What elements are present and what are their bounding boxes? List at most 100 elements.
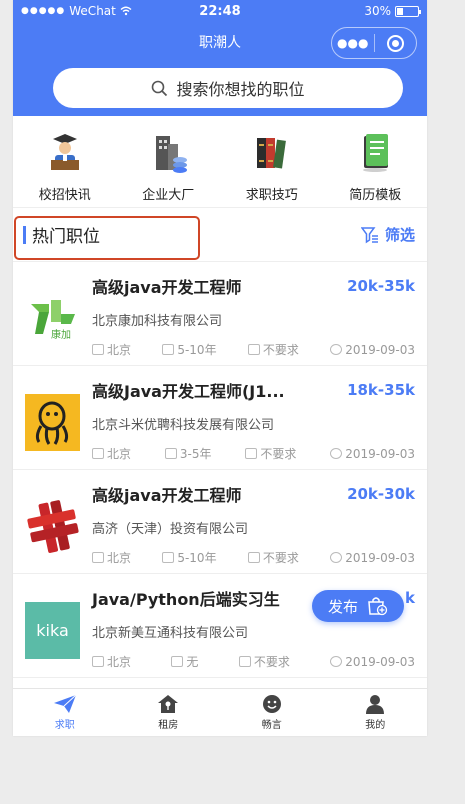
header: ●●●●● WeChat 22:48 30% 职潮人 ●●● 搜索你想找的职位 (13, 0, 427, 116)
company-logo-kika: kika (25, 602, 80, 659)
mini-program-capsule: ●●● (331, 27, 417, 59)
job-info: 高级java开发工程师 20k-35k 北京康加科技有限公司 北京 5-10年 … (92, 274, 415, 365)
job-date-text: 2019-09-03 (345, 446, 415, 461)
clock-icon (330, 552, 343, 563)
job-card[interactable]: 高级Java开发工程师(J1... 18k-35k 北京斗米优聘科技发展有限公司… (13, 366, 427, 470)
books-icon (250, 130, 294, 174)
tab-chat[interactable]: 畅言 (220, 689, 324, 736)
close-button[interactable] (375, 34, 417, 52)
category-job-tips[interactable]: 求职技巧 (227, 130, 317, 207)
job-education-text: 不要求 (253, 655, 290, 669)
clock-icon (330, 448, 343, 459)
job-date: 2019-09-03 (330, 653, 415, 670)
job-education-text: 不要求 (262, 551, 299, 565)
job-experience: 5-10年 (162, 549, 217, 566)
building-icon (92, 344, 104, 355)
battery-icon (395, 5, 421, 17)
tab-mine[interactable]: 我的 (324, 689, 428, 736)
company-name: 北京康加科技有限公司 (92, 314, 223, 329)
category-label: 求职技巧 (245, 188, 298, 203)
status-right: 30% (364, 4, 421, 18)
building-icon (92, 448, 104, 459)
briefcase-icon (171, 656, 184, 667)
more-button[interactable]: ●●● (332, 36, 374, 50)
category-resume-templates[interactable]: 简历模板 (330, 130, 420, 207)
target-icon (386, 34, 404, 52)
job-education: 不要求 (245, 445, 296, 462)
job-city: 北京 (92, 341, 131, 358)
building-icon (92, 552, 104, 563)
nav-bar: 职潮人 ●●● (13, 22, 427, 62)
job-meta: 北京 无 不要求 2019-09-03 (92, 653, 415, 670)
house-key-icon (158, 695, 179, 713)
job-experience-text: 5-10年 (177, 551, 217, 565)
tab-label: 租房 (158, 720, 179, 731)
job-date: 2019-09-03 (330, 445, 415, 462)
job-experience: 3-5年 (164, 445, 212, 462)
company-logo-gaoji (25, 498, 80, 555)
job-title-row: 高级java开发工程师 20k-35k (92, 274, 415, 298)
tab-label: 畅言 (261, 720, 282, 731)
job-education: 不要求 (238, 653, 290, 670)
status-bar: ●●●●● WeChat 22:48 30% (13, 0, 427, 22)
smile-icon (262, 695, 281, 713)
filter-icon (360, 226, 378, 243)
category-label: 简历模板 (349, 188, 402, 203)
job-salary: 20k-35k (347, 277, 415, 295)
job-card[interactable]: 康加 高级java开发工程师 20k-35k 北京康加科技有限公司 北京 5-1… (13, 262, 427, 366)
job-experience-text: 无 (186, 655, 199, 669)
clock-icon (330, 656, 343, 667)
category-enterprises[interactable]: 企业大厂 (123, 130, 213, 207)
job-education: 不要求 (247, 341, 299, 358)
job-meta: 北京 3-5年 不要求 2019-09-03 (92, 445, 415, 462)
job-city: 北京 (92, 653, 131, 670)
job-title-row: 高级Java开发工程师(J1... 18k-35k (92, 378, 415, 402)
tab-label: 我的 (365, 720, 386, 731)
company-logo-kangjia: 康加 (25, 290, 80, 347)
more-dots-icon: ●●● (337, 36, 369, 50)
job-info: 高级java开发工程师 20k-30k 高济（天津）投资有限公司 北京 5-10… (92, 482, 415, 573)
filter-button[interactable]: 筛选 (360, 224, 415, 245)
building-icon (92, 656, 104, 667)
job-experience-text: 3-5年 (179, 447, 212, 461)
company-logo-doumi (25, 394, 80, 451)
add-bag-icon (368, 597, 388, 616)
publish-label: 发布 (327, 597, 358, 616)
company-name: 北京斗米优聘科技发展有限公司 (92, 418, 275, 433)
job-experience-text: 5-10年 (177, 343, 217, 357)
graduation-speaker-icon (43, 130, 87, 174)
tab-job-search[interactable]: 求职 (13, 689, 117, 736)
job-salary: k (405, 589, 415, 607)
job-date: 2019-09-03 (330, 341, 415, 358)
highlight-box (14, 216, 200, 260)
job-title: 高级Java开发工程师(J1... (92, 382, 285, 401)
job-meta: 北京 5-10年 不要求 2019-09-03 (92, 341, 415, 358)
job-date-text: 2019-09-03 (345, 654, 415, 669)
briefcase-icon (164, 448, 177, 459)
job-date-text: 2019-09-03 (345, 342, 415, 357)
search-placeholder: 搜索你想找的职位 (176, 80, 305, 99)
company-name: 高济（天津）投资有限公司 (92, 522, 249, 537)
job-city-text: 北京 (107, 655, 132, 669)
tab-rent[interactable]: 租房 (117, 689, 221, 736)
job-card[interactable]: 高级java开发工程师 20k-30k 高济（天津）投资有限公司 北京 5-10… (13, 470, 427, 574)
page-title: 职潮人 (199, 35, 241, 51)
resume-icon (353, 130, 397, 174)
category-campus-news[interactable]: 校招快讯 (20, 130, 110, 207)
job-education-text: 不要求 (260, 447, 297, 461)
job-salary: 18k-35k (347, 381, 415, 399)
svg-text:康加: 康加 (51, 328, 71, 341)
job-title: 高级java开发工程师 (92, 278, 242, 297)
job-info: 高级Java开发工程师(J1... 18k-35k 北京斗米优聘科技发展有限公司… (92, 378, 415, 469)
job-experience: 5-10年 (162, 341, 217, 358)
job-education: 不要求 (247, 549, 299, 566)
publish-button[interactable]: 发布 (312, 590, 404, 622)
job-education-text: 不要求 (262, 343, 299, 357)
tab-bar: 求职 租房 畅言 我的 (13, 688, 427, 736)
clock-icon (330, 344, 343, 355)
company-name: 北京新美互通科技有限公司 (92, 626, 249, 641)
graduation-cap-icon (247, 552, 260, 563)
category-label: 企业大厂 (142, 188, 195, 203)
job-title: 高级java开发工程师 (92, 486, 242, 505)
search-input[interactable]: 搜索你想找的职位 (53, 68, 403, 108)
